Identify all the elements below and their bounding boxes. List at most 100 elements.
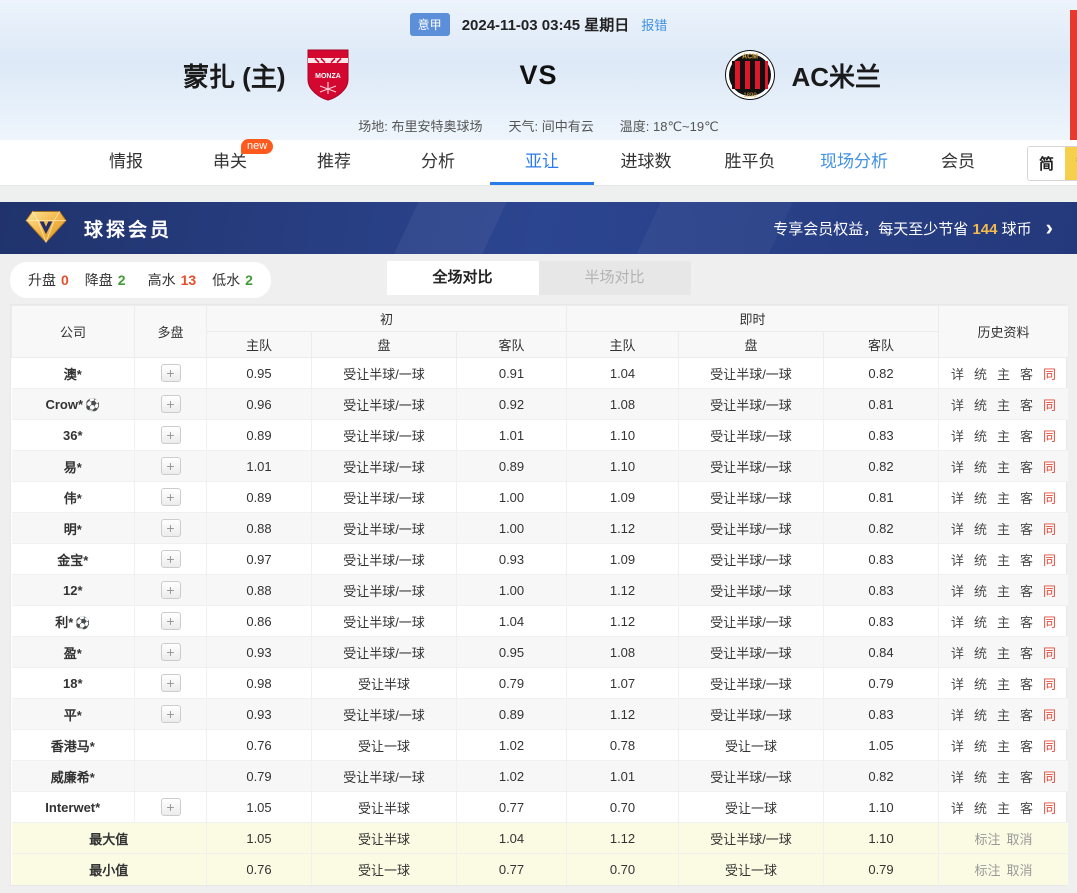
history-stats-link[interactable]: 统: [974, 708, 987, 723]
tab-qingbao[interactable]: 情报: [74, 140, 178, 185]
expand-multi-odds-button[interactable]: +: [161, 705, 181, 723]
history-same-link[interactable]: 同: [1043, 367, 1056, 382]
history-detail-link[interactable]: 详: [951, 460, 964, 475]
cancel-link[interactable]: 取消: [1007, 863, 1033, 878]
history-away-link[interactable]: 客: [1020, 584, 1033, 599]
history-detail-link[interactable]: 详: [951, 739, 964, 754]
history-stats-link[interactable]: 统: [974, 460, 987, 475]
history-away-link[interactable]: 客: [1020, 553, 1033, 568]
tab-fenxi[interactable]: 分析: [386, 140, 490, 185]
expand-multi-odds-button[interactable]: +: [161, 798, 181, 816]
history-detail-link[interactable]: 详: [951, 646, 964, 661]
history-same-link[interactable]: 同: [1043, 615, 1056, 630]
history-detail-link[interactable]: 详: [951, 398, 964, 413]
history-home-link[interactable]: 主: [997, 491, 1010, 506]
history-stats-link[interactable]: 统: [974, 491, 987, 506]
tab-jinqiushu[interactable]: 进球数: [594, 140, 698, 185]
bookmaker-name[interactable]: 盈*: [64, 646, 82, 661]
bookmaker-name[interactable]: 明*: [64, 522, 82, 537]
tab-chuanguan[interactable]: 串关new: [178, 140, 282, 185]
history-detail-link[interactable]: 详: [951, 801, 964, 816]
history-home-link[interactable]: 主: [997, 615, 1010, 630]
bookmaker-name[interactable]: 威廉希*: [51, 770, 95, 785]
bookmaker-name[interactable]: 利*: [55, 615, 73, 630]
lang-simplified-button[interactable]: 简: [1028, 147, 1065, 180]
history-away-link[interactable]: 客: [1020, 522, 1033, 537]
history-away-link[interactable]: 客: [1020, 646, 1033, 661]
cancel-link[interactable]: 取消: [1007, 832, 1033, 847]
history-detail-link[interactable]: 详: [951, 584, 964, 599]
expand-multi-odds-button[interactable]: +: [161, 612, 181, 630]
history-same-link[interactable]: 同: [1043, 522, 1056, 537]
history-stats-link[interactable]: 统: [974, 770, 987, 785]
history-home-link[interactable]: 主: [997, 367, 1010, 382]
mark-link[interactable]: 标注: [975, 832, 1001, 847]
lang-traditional-button[interactable]: 繁: [1065, 147, 1077, 180]
history-same-link[interactable]: 同: [1043, 770, 1056, 785]
history-away-link[interactable]: 客: [1020, 367, 1033, 382]
history-stats-link[interactable]: 统: [974, 739, 987, 754]
expand-multi-odds-button[interactable]: +: [161, 395, 181, 413]
history-stats-link[interactable]: 统: [974, 646, 987, 661]
history-detail-link[interactable]: 详: [951, 770, 964, 785]
history-detail-link[interactable]: 详: [951, 429, 964, 444]
history-away-link[interactable]: 客: [1020, 739, 1033, 754]
history-home-link[interactable]: 主: [997, 677, 1010, 692]
bookmaker-name[interactable]: 伟*: [64, 491, 82, 506]
bookmaker-name[interactable]: Interwet*: [45, 800, 100, 815]
history-home-link[interactable]: 主: [997, 801, 1010, 816]
expand-multi-odds-button[interactable]: +: [161, 674, 181, 692]
history-detail-link[interactable]: 详: [951, 491, 964, 506]
history-away-link[interactable]: 客: [1020, 801, 1033, 816]
history-home-link[interactable]: 主: [997, 646, 1010, 661]
toggle-full-match[interactable]: 全场对比: [387, 261, 539, 295]
history-stats-link[interactable]: 统: [974, 522, 987, 537]
bookmaker-name[interactable]: 12*: [63, 583, 83, 598]
bookmaker-name[interactable]: 澳*: [64, 367, 82, 382]
history-same-link[interactable]: 同: [1043, 801, 1056, 816]
history-detail-link[interactable]: 详: [951, 677, 964, 692]
expand-multi-odds-button[interactable]: +: [161, 488, 181, 506]
history-away-link[interactable]: 客: [1020, 491, 1033, 506]
history-same-link[interactable]: 同: [1043, 708, 1056, 723]
history-detail-link[interactable]: 详: [951, 615, 964, 630]
expand-multi-odds-button[interactable]: +: [161, 643, 181, 661]
history-stats-link[interactable]: 统: [974, 398, 987, 413]
toggle-half-match[interactable]: 半场对比: [539, 261, 691, 295]
history-away-link[interactable]: 客: [1020, 770, 1033, 785]
history-detail-link[interactable]: 详: [951, 367, 964, 382]
history-same-link[interactable]: 同: [1043, 491, 1056, 506]
history-home-link[interactable]: 主: [997, 398, 1010, 413]
right-edge-promo-strip[interactable]: [1070, 10, 1077, 148]
history-same-link[interactable]: 同: [1043, 677, 1056, 692]
bookmaker-name[interactable]: 易*: [64, 460, 82, 475]
history-home-link[interactable]: 主: [997, 460, 1010, 475]
history-same-link[interactable]: 同: [1043, 584, 1056, 599]
history-stats-link[interactable]: 统: [974, 677, 987, 692]
history-stats-link[interactable]: 统: [974, 367, 987, 382]
history-home-link[interactable]: 主: [997, 522, 1010, 537]
history-home-link[interactable]: 主: [997, 739, 1010, 754]
history-stats-link[interactable]: 统: [974, 801, 987, 816]
history-away-link[interactable]: 客: [1020, 677, 1033, 692]
mark-link[interactable]: 标注: [975, 863, 1001, 878]
tab-xianchang-fenxi[interactable]: 现场分析: [802, 140, 906, 185]
expand-multi-odds-button[interactable]: +: [161, 550, 181, 568]
history-home-link[interactable]: 主: [997, 429, 1010, 444]
bookmaker-name[interactable]: 平*: [64, 708, 82, 723]
history-same-link[interactable]: 同: [1043, 553, 1056, 568]
expand-multi-odds-button[interactable]: +: [161, 581, 181, 599]
history-stats-link[interactable]: 统: [974, 584, 987, 599]
history-home-link[interactable]: 主: [997, 770, 1010, 785]
history-detail-link[interactable]: 详: [951, 522, 964, 537]
history-stats-link[interactable]: 统: [974, 553, 987, 568]
tab-tuijian[interactable]: 推荐: [282, 140, 386, 185]
expand-multi-odds-button[interactable]: +: [161, 426, 181, 444]
bookmaker-name[interactable]: 36*: [63, 428, 83, 443]
history-away-link[interactable]: 客: [1020, 429, 1033, 444]
history-same-link[interactable]: 同: [1043, 398, 1056, 413]
history-same-link[interactable]: 同: [1043, 646, 1056, 661]
tab-shengpingfu[interactable]: 胜平负: [698, 140, 802, 185]
history-home-link[interactable]: 主: [997, 584, 1010, 599]
history-same-link[interactable]: 同: [1043, 739, 1056, 754]
